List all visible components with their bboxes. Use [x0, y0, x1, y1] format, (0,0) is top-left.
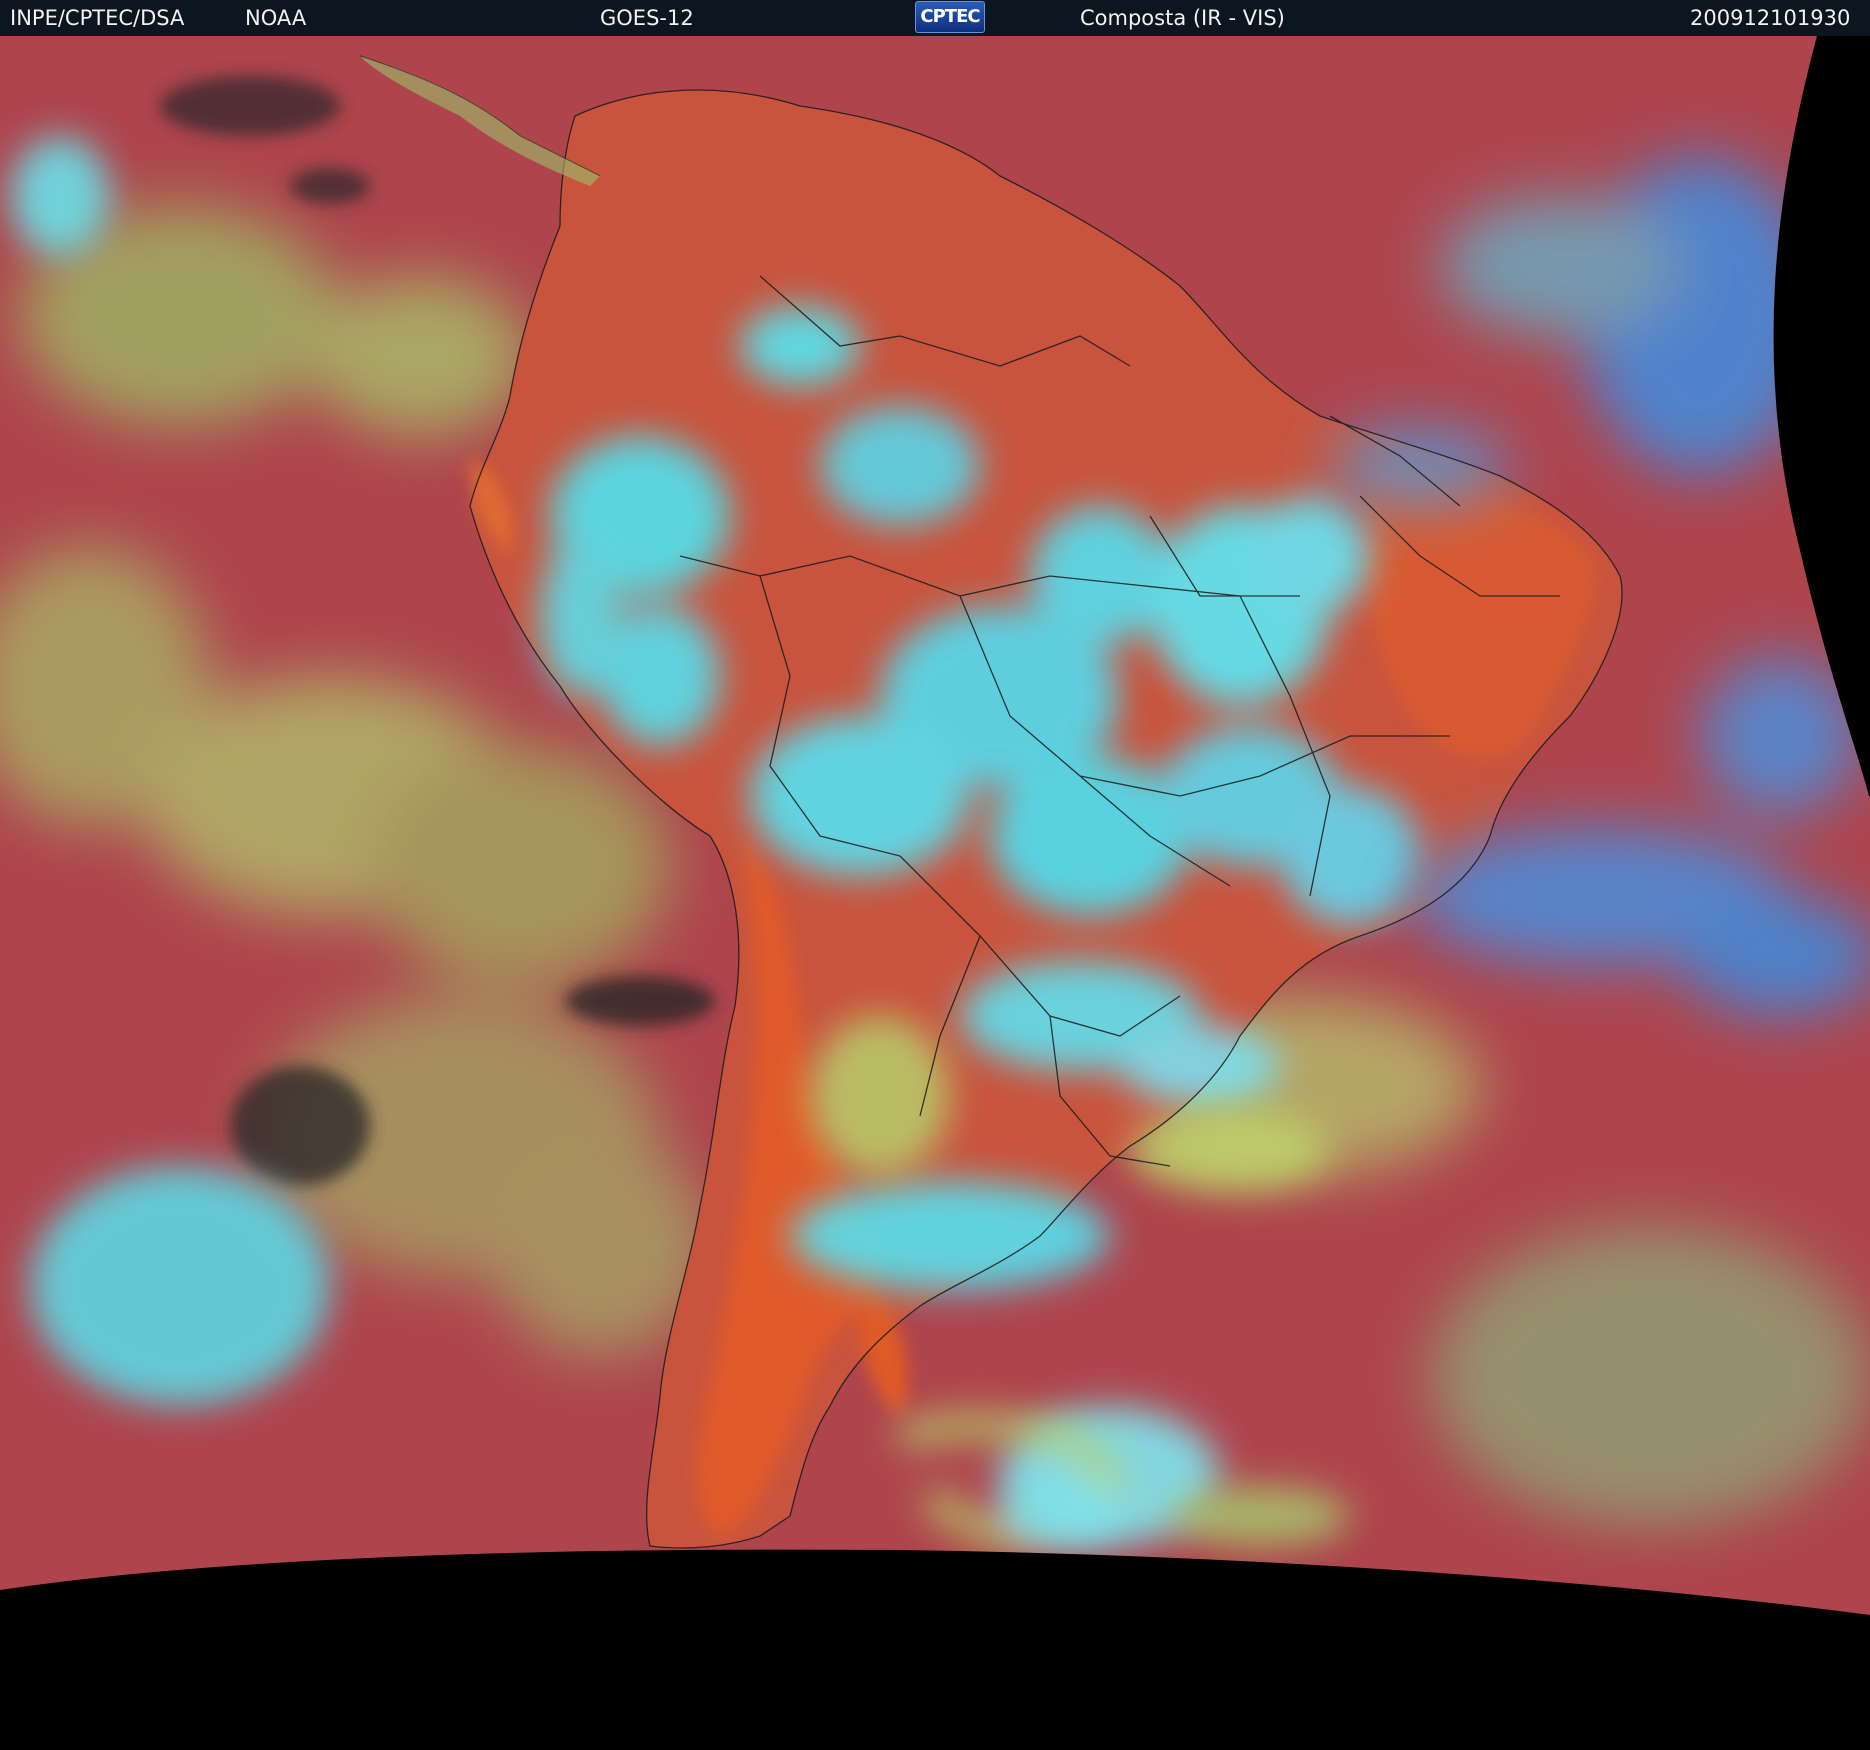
satellite-image: [0, 36, 1870, 1750]
source-label: NOAA: [245, 6, 307, 30]
timestamp-label: 200912101930: [1690, 6, 1851, 30]
earth-disk: [0, 36, 1870, 1616]
image-header-bar: INPE/CPTEC/DSA NOAA GOES-12 CPTEC Compos…: [0, 0, 1870, 36]
satellite-label: GOES-12: [600, 6, 694, 30]
product-label: Composta (IR - VIS): [1080, 6, 1285, 30]
logo-text: CPTEC: [920, 6, 980, 27]
agency-label: INPE/CPTEC/DSA: [10, 6, 185, 30]
cptec-logo: CPTEC: [915, 1, 985, 33]
